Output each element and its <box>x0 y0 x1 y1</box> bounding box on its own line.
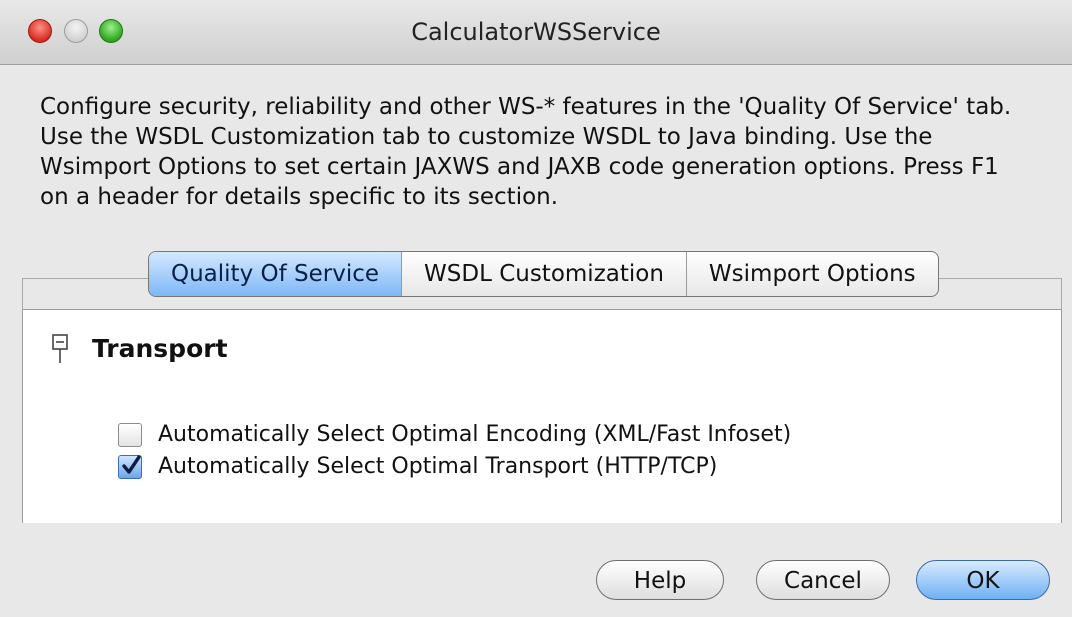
description-line: Wsimport Options to set certain JAXWS an… <box>40 154 999 180</box>
title-bar: CalculatorWSService <box>0 0 1072 65</box>
optimal-transport-label: Automatically Select Optimal Transport (… <box>158 454 718 479</box>
tab-quality-of-service[interactable]: Quality Of Service <box>149 252 403 296</box>
optimal-transport-checkbox[interactable] <box>118 454 142 479</box>
tab-wsimport-options[interactable]: Wsimport Options <box>687 252 938 296</box>
description-line: on a header for details specific to its … <box>40 184 559 210</box>
cancel-button[interactable]: Cancel <box>756 560 890 600</box>
description-line: Configure security, reliability and othe… <box>40 94 1012 120</box>
optimal-encoding-option[interactable]: Automatically Select Optimal Encoding (X… <box>118 422 791 447</box>
description-line: Use the WSDL Customization tab to custom… <box>40 124 933 150</box>
description-text: Configure security, reliability and othe… <box>40 92 1040 212</box>
optimal-encoding-checkbox[interactable] <box>118 422 142 447</box>
section-title-transport[interactable]: Transport <box>92 334 228 363</box>
collapse-icon[interactable] <box>52 334 68 364</box>
dialog-window: CalculatorWSService Configure security, … <box>0 0 1072 617</box>
optimal-encoding-label: Automatically Select Optimal Encoding (X… <box>158 422 792 447</box>
help-button[interactable]: Help <box>596 560 724 600</box>
tab-wsdl-customization[interactable]: WSDL Customization <box>402 252 687 296</box>
ok-button[interactable]: OK <box>916 560 1050 600</box>
checkmark-icon <box>122 454 141 474</box>
window-title: CalculatorWSService <box>411 18 661 46</box>
tab-bar: Quality Of Service WSDL Customization Ws… <box>148 251 939 297</box>
optimal-transport-option[interactable]: Automatically Select Optimal Transport (… <box>118 454 717 479</box>
